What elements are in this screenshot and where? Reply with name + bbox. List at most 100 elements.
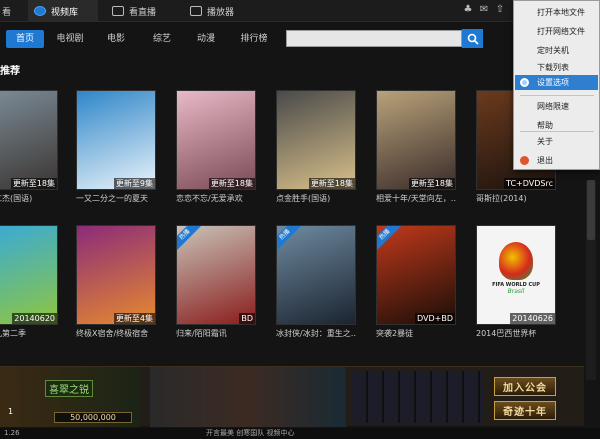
video-poster[interactable]: 更新至18集 xyxy=(0,90,58,190)
video-title[interactable]: 2014巴西世界杯 xyxy=(476,328,556,339)
video-poster[interactable]: 20140620 xyxy=(0,225,58,325)
content-scrollbar[interactable] xyxy=(586,180,596,380)
worldcup-subtitle: Brasil xyxy=(507,288,525,295)
nav-movies-label: 电影 xyxy=(106,34,125,44)
ad-level: 1 xyxy=(8,407,14,416)
tab-watch[interactable]: 看 xyxy=(0,0,18,22)
nav-rankings[interactable]: 排行榜 xyxy=(232,30,276,48)
exit-power-icon xyxy=(520,156,529,165)
nav-anime[interactable]: 动漫 xyxy=(188,30,224,48)
video-card[interactable]: 20140620 去哪儿第二季 xyxy=(0,225,58,339)
video-card[interactable]: 热播 DVD+BD 突袭2暴徒 xyxy=(376,225,456,339)
tab-live-label: 看直播 xyxy=(129,7,157,18)
video-title[interactable]: 点金胜手(国语) xyxy=(276,193,356,204)
video-library-icon xyxy=(34,6,46,16)
skin-icon[interactable]: ♣ xyxy=(462,4,474,16)
tab-video-library[interactable]: 视频库 xyxy=(28,0,98,22)
menu-item[interactable]: 打开本地文件 xyxy=(515,5,598,20)
nav-tv-series[interactable]: 电视剧 xyxy=(50,30,90,48)
episode-badge: TC+DVDSrc xyxy=(504,178,555,189)
nav-home[interactable]: 首页 xyxy=(6,30,44,48)
menu-item[interactable]: 设置选项 xyxy=(515,75,598,90)
video-title[interactable]: 冰封侠/冰封：重生之… xyxy=(276,328,356,339)
upload-icon[interactable]: ⇧ xyxy=(494,4,506,16)
episode-badge: 更新至18集 xyxy=(308,178,355,189)
video-title[interactable]: 恋恋不忘/无爱承欢 xyxy=(176,193,256,204)
tab-player[interactable]: 播放器 xyxy=(184,0,254,22)
video-card[interactable]: 更新至18集探狄仁杰(国语) xyxy=(0,90,58,204)
nav-movies[interactable]: 电影 xyxy=(98,30,134,48)
main-menu-dropdown: 打开本地文件 打开网络文件 定时关机下载列表设置选项网络限速帮助关于退出 xyxy=(513,0,600,170)
video-poster[interactable]: 更新至4集 xyxy=(76,225,156,325)
video-poster[interactable]: 热播 DVD+BD xyxy=(376,225,456,325)
episode-badge: 20140626 xyxy=(510,313,555,324)
video-card[interactable]: 更新至18集恋恋不忘/无爱承欢 xyxy=(176,90,256,204)
player-icon xyxy=(190,6,202,16)
episode-badge: DVD+BD xyxy=(414,313,455,324)
video-poster[interactable]: 热播 xyxy=(276,225,356,325)
video-card[interactable]: 更新至4集终极X宿舍/终极宿舍 xyxy=(76,225,156,339)
scrollbar-thumb[interactable] xyxy=(587,180,595,240)
nav-home-label: 首页 xyxy=(15,34,34,44)
status-version: 1.26 xyxy=(4,429,20,437)
search-input[interactable] xyxy=(286,30,462,47)
section-title: 推荐 xyxy=(0,66,20,77)
video-poster[interactable]: 更新至18集 xyxy=(176,90,256,190)
nav-variety-label: 综艺 xyxy=(152,34,171,44)
message-icon[interactable]: ✉ xyxy=(478,4,490,16)
episode-badge: 更新至18集 xyxy=(208,178,255,189)
video-card[interactable]: 更新至18集相爱十年/天堂向左，… xyxy=(376,90,456,204)
video-card[interactable]: 更新至18集点金胜手(国语) xyxy=(276,90,356,204)
video-poster[interactable]: 热播 BD xyxy=(176,225,256,325)
video-title[interactable]: 归来/陌阳霜讯 xyxy=(176,328,256,339)
video-card[interactable]: 热播冰封侠/冰封：重生之… xyxy=(276,225,356,339)
miracle-ten-years-button[interactable]: 奇迹十年 xyxy=(494,401,556,420)
episode-badge: 20140620 xyxy=(12,313,57,324)
top-tab-bar: 看 视频库 看直播 播放器 ♣ ✉ ⇧ xyxy=(0,0,600,22)
menu-item-label: 打开网络文件 xyxy=(537,27,585,36)
video-title[interactable]: 终极X宿舍/终极宿舍 xyxy=(76,328,156,339)
video-title[interactable]: 相爱十年/天堂向左，… xyxy=(376,193,456,204)
hot-corner-badge: 热播 xyxy=(377,226,405,255)
status-ticker[interactable]: 开言最美 创寒国队 视频中心 xyxy=(206,428,294,439)
video-poster[interactable]: 更新至18集 xyxy=(376,90,456,190)
video-poster[interactable]: FIFA WORLD CUP Brasil 20140626 xyxy=(476,225,556,325)
menu-item-label: 设置选项 xyxy=(537,78,569,87)
video-card[interactable]: 更新至9集一又二分之一的夏天 xyxy=(76,90,156,204)
menu-item[interactable]: 网络限速 xyxy=(515,99,598,114)
menu-item-label: 帮助 xyxy=(537,121,553,130)
video-poster[interactable]: 更新至18集 xyxy=(276,90,356,190)
tab-watch-label: 看 xyxy=(2,7,12,18)
nav-variety[interactable]: 综艺 xyxy=(144,30,180,48)
episode-badge: 更新至9集 xyxy=(113,178,155,189)
menu-item[interactable]: 打开网络文件 xyxy=(515,24,598,39)
video-title[interactable]: 去哪儿第二季 xyxy=(0,328,58,339)
nav-tv-series-label: 电视剧 xyxy=(56,34,84,44)
menu-item[interactable]: 下载列表 xyxy=(515,60,598,75)
menu-item-label: 打开本地文件 xyxy=(537,8,585,17)
menu-item[interactable]: 退出 xyxy=(515,153,598,168)
join-guild-label: 加入公会 xyxy=(503,383,547,394)
gold-amount: 50,000,000 xyxy=(54,412,132,423)
menu-item[interactable]: 关于 xyxy=(515,134,598,149)
tab-live[interactable]: 看直播 xyxy=(106,0,178,22)
episode-badge: BD xyxy=(239,313,255,324)
video-card[interactable]: 热播 BD 归来/陌阳霜讯 xyxy=(176,225,256,339)
menu-item[interactable]: 定时关机 xyxy=(515,43,598,58)
menu-separator xyxy=(520,95,594,96)
episode-badge: 更新至18集 xyxy=(408,178,455,189)
status-bar: 1.26 开言最美 创寒国队 视频中心 xyxy=(0,428,600,439)
join-guild-button[interactable]: 加入公会 xyxy=(494,377,556,396)
video-title[interactable]: 一又二分之一的夏天 xyxy=(76,193,156,204)
video-card[interactable]: FIFA WORLD CUP Brasil 20140626 2014巴西世界杯 xyxy=(476,225,556,339)
video-poster[interactable]: 更新至9集 xyxy=(76,90,156,190)
search-button[interactable] xyxy=(462,29,483,48)
menu-item-label: 定时关机 xyxy=(537,46,569,55)
menu-item-label: 下载列表 xyxy=(537,63,569,72)
tab-video-library-label: 视频库 xyxy=(51,7,79,18)
video-title[interactable]: 探狄仁杰(国语) xyxy=(0,193,58,204)
video-title[interactable]: 突袭2暴徒 xyxy=(376,328,456,339)
ad-item-grid xyxy=(352,371,484,423)
tv-icon xyxy=(112,6,124,16)
video-title[interactable]: 哥斯拉(2014) xyxy=(476,193,556,204)
